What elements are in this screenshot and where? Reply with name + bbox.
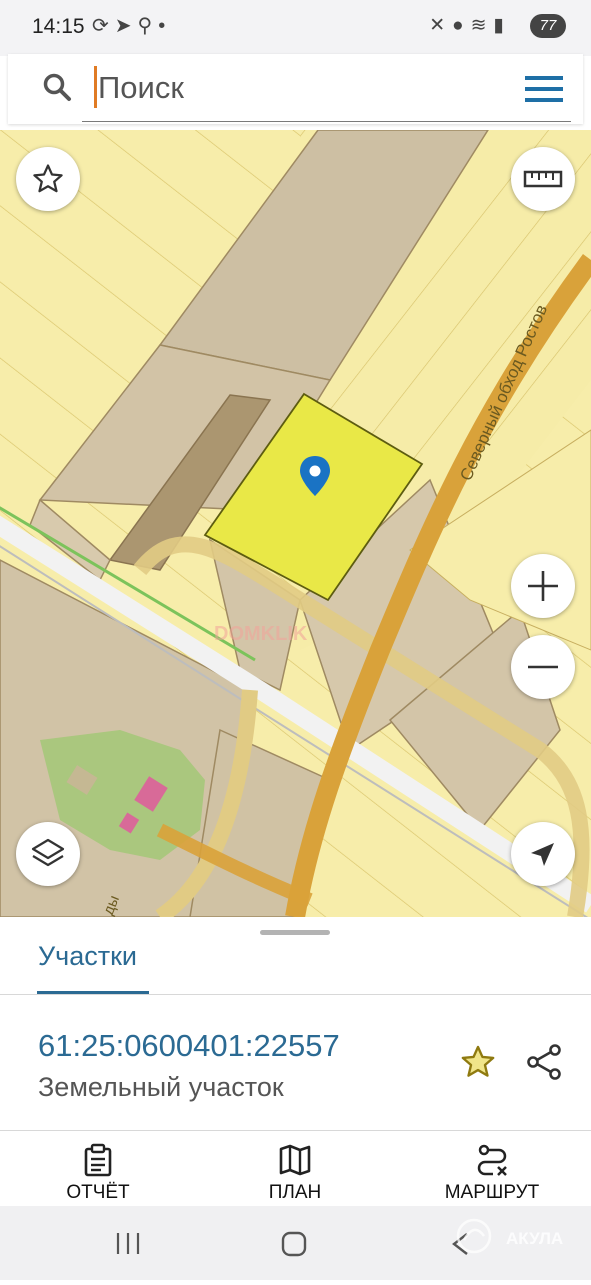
- hamburger-menu-icon[interactable]: [525, 76, 563, 102]
- search-icon: ⚲: [137, 15, 159, 37]
- plan-label: ПЛАН: [268, 1182, 322, 1203]
- report-label: ОТЧЁТ: [66, 1182, 130, 1203]
- report-button[interactable]: ОТЧЁТ: [18, 1131, 178, 1207]
- minus-icon: [528, 665, 558, 669]
- layers-button[interactable]: [16, 822, 80, 886]
- route-icon: [477, 1144, 507, 1176]
- sync-icon: ⟳: [92, 15, 115, 37]
- star-outline-icon: [33, 164, 63, 193]
- map-view[interactable]: DOMKLIK Северный обход Ростов ды: [0, 130, 591, 917]
- map-canvas[interactable]: DOMKLIK Северный обход Ростов ды: [0, 130, 591, 917]
- action-bar: ОТЧЁТ ПЛАН МАРШРУТ: [0, 1130, 591, 1207]
- status-time: 14:15: [32, 15, 85, 38]
- map-watermark: DOMKLIK: [214, 623, 308, 645]
- status-left-icons: ⟳➤⚲•: [92, 13, 171, 38]
- ruler-button[interactable]: [511, 147, 575, 211]
- search-bar: [8, 54, 583, 124]
- signal-icon: ▮: [493, 15, 511, 36]
- cadastral-number-link[interactable]: 61:25:0600401:22557: [38, 1028, 340, 1064]
- my-location-button[interactable]: [511, 822, 575, 886]
- drag-handle[interactable]: [260, 930, 330, 935]
- zoom-out-button[interactable]: [511, 635, 575, 699]
- mute-icon: ✕: [429, 15, 453, 36]
- plan-button[interactable]: ПЛАН: [215, 1131, 375, 1207]
- location-icon: ●: [452, 15, 471, 36]
- search-underline: [82, 121, 571, 122]
- search-input[interactable]: [96, 66, 478, 110]
- tab-parcels[interactable]: Участки: [38, 941, 137, 972]
- search-icon[interactable]: [42, 72, 72, 107]
- dot-icon: •: [158, 15, 172, 37]
- map-plan-icon: [279, 1144, 311, 1176]
- report-icon: [84, 1143, 112, 1177]
- plus-icon: [528, 571, 558, 601]
- favorite-star-icon[interactable]: [459, 1043, 497, 1086]
- layers-icon: [31, 838, 65, 867]
- status-bar: 14:15 ⟳➤⚲• ✕●≋▮ 77: [0, 0, 591, 56]
- route-label: МАРШРУТ: [444, 1182, 540, 1203]
- tab-divider: [0, 994, 591, 995]
- favorites-button[interactable]: [16, 147, 80, 211]
- telegram-icon: ➤: [114, 15, 138, 37]
- route-button[interactable]: МАРШРУТ: [412, 1131, 572, 1207]
- property-type: Земельный участок: [38, 1072, 284, 1102]
- parcel-info-panel: Участки 61:25:0600401:22557 Земельный уч…: [0, 917, 591, 1130]
- recent-apps-icon[interactable]: [116, 1233, 140, 1254]
- home-icon[interactable]: [281, 1231, 307, 1257]
- zoom-in-button[interactable]: [511, 554, 575, 618]
- battery-indicator: 77: [530, 14, 566, 38]
- status-right-icons: ✕●≋▮: [429, 14, 511, 37]
- share-icon[interactable]: [525, 1043, 563, 1086]
- system-nav-bar: АКУЛА: [0, 1206, 591, 1280]
- wifi-icon: ≋: [470, 15, 494, 36]
- akula-watermark: АКУЛА: [506, 1229, 563, 1248]
- ruler-icon: [523, 170, 563, 188]
- navigation-arrow-icon: [531, 843, 554, 866]
